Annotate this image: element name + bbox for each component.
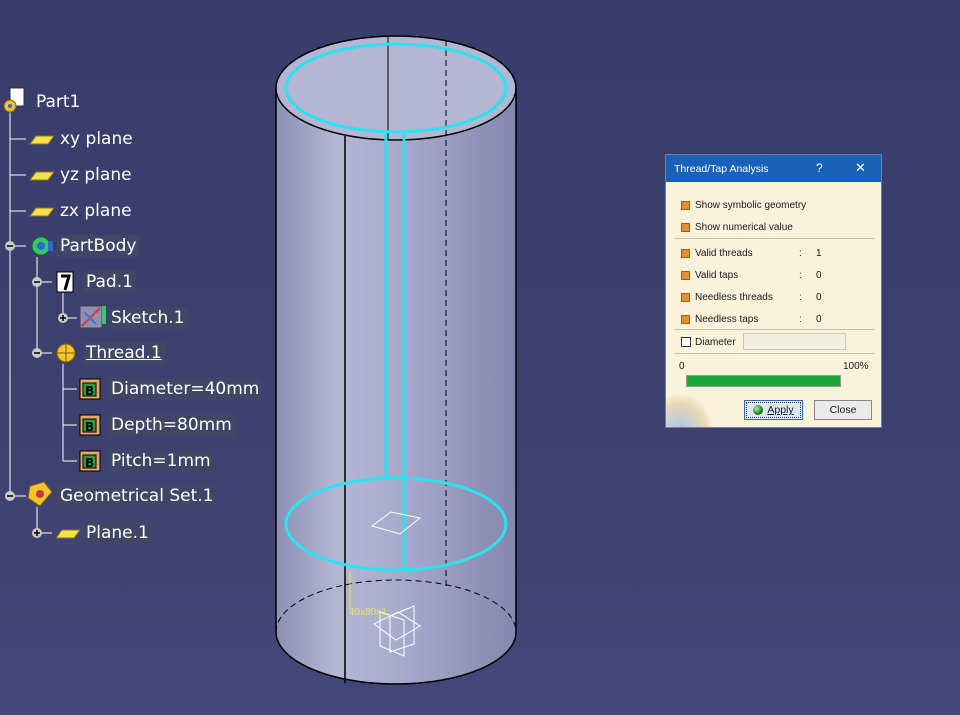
show-numerical-checkbox[interactable]: Show numerical value (681, 220, 793, 234)
geometrical-set-icon (27, 481, 53, 507)
separator (674, 238, 874, 239)
valid-threads-label: Valid threads (695, 247, 753, 259)
diameter-checkbox[interactable] (681, 337, 691, 347)
tree-item-diameter[interactable]: Diameter=40mm (108, 378, 263, 400)
separator (674, 353, 874, 354)
separator (674, 329, 874, 330)
help-button[interactable]: ? (816, 161, 823, 175)
thread-icon (56, 343, 76, 363)
diameter-input[interactable] (743, 333, 846, 350)
svg-text:B: B (85, 456, 94, 470)
collapse-icon (32, 277, 42, 287)
checkbox-checked-icon (681, 222, 690, 232)
tree-item-plane1[interactable]: Plane.1 (83, 522, 152, 544)
pad-icon (56, 271, 74, 293)
svg-text:B: B (85, 384, 94, 398)
show-symbolic-checkbox[interactable]: Show symbolic geometry (681, 198, 806, 212)
progress-max-label: 100% (843, 361, 869, 372)
checkbox-checked-icon (681, 248, 690, 258)
tree-item-pad[interactable]: Pad.1 (83, 271, 136, 293)
parameter-icon: B (79, 450, 101, 472)
valid-taps-value: 0 (816, 269, 822, 281)
tree-item-pitch[interactable]: Pitch=1mm (108, 450, 214, 472)
apply-button[interactable]: Apply (744, 400, 803, 420)
plane-icon (29, 171, 55, 181)
thread-tap-analysis-dialog[interactable]: Thread/Tap Analysis ? ✕ Show symbolic ge… (665, 154, 882, 428)
show-numerical-label: Show numerical value (695, 221, 793, 233)
checkbox-checked-icon (681, 270, 690, 280)
apply-button-label: Apply (767, 404, 794, 416)
progress-min-label: 0 (679, 361, 685, 372)
dialog-title: Thread/Tap Analysis (674, 163, 769, 175)
tree-item-geometrical-set[interactable]: Geometrical Set.1 (57, 485, 217, 507)
plane-icon (55, 529, 81, 539)
dialog-decoration (666, 395, 712, 427)
needless-taps-colon: : (799, 313, 802, 325)
sketch-icon (79, 305, 106, 329)
tree-item-xy-plane[interactable]: xy plane (57, 128, 136, 150)
dialog-titlebar[interactable]: Thread/Tap Analysis ? ✕ (666, 155, 881, 182)
plane-icon (29, 135, 55, 145)
svg-text:B: B (85, 420, 94, 434)
tree-item-partbody[interactable]: PartBody (57, 235, 140, 257)
needless-threads-colon: : (799, 291, 802, 303)
valid-taps-colon: : (799, 269, 802, 281)
part-icon (3, 87, 25, 113)
progress-bar (686, 375, 841, 387)
tree-item-zx-plane[interactable]: zx plane (57, 200, 135, 222)
show-symbolic-label: Show symbolic geometry (695, 199, 807, 211)
tree-item-thread[interactable]: Thread.1 (83, 342, 165, 364)
checkbox-checked-icon (681, 314, 690, 324)
collapse-icon (5, 241, 15, 251)
expand-icon (32, 528, 42, 538)
needless-taps-label: Needless taps (695, 313, 759, 325)
collapse-icon (32, 348, 42, 358)
valid-threads-colon: : (799, 247, 802, 259)
parameter-icon: B (79, 378, 101, 400)
tree-item-part1[interactable]: Part1 (33, 91, 83, 113)
parameter-icon: B (79, 414, 101, 436)
tree-item-yz-plane[interactable]: yz plane (57, 164, 135, 186)
needless-taps-value: 0 (816, 313, 822, 325)
expand-icon (58, 313, 68, 323)
diameter-label: Diameter (695, 337, 736, 348)
needless-threads-row[interactable]: Needless threads : 0 (681, 290, 871, 304)
close-icon[interactable]: ✕ (855, 160, 866, 176)
apply-icon (753, 405, 764, 415)
close-button[interactable]: Close (814, 400, 872, 420)
body-gear-icon (31, 236, 53, 256)
needless-threads-label: Needless threads (695, 291, 773, 303)
needless-threads-value: 0 (816, 291, 822, 303)
needless-taps-row[interactable]: Needless taps : 0 (681, 312, 871, 326)
tree-item-sketch[interactable]: Sketch.1 (108, 307, 188, 329)
tree-item-depth[interactable]: Depth=80mm (108, 414, 235, 436)
checkbox-checked-icon (681, 200, 690, 210)
checkbox-checked-icon (681, 292, 690, 302)
valid-taps-label: Valid taps (695, 269, 739, 281)
valid-taps-row[interactable]: Valid taps : 0 (681, 268, 871, 282)
valid-threads-value: 1 (816, 247, 822, 259)
plane-icon (29, 207, 55, 217)
valid-threads-row[interactable]: Valid threads : 1 (681, 246, 871, 260)
thread-annotation[interactable]: 40x80x1 (349, 607, 387, 618)
progress-fill (687, 376, 840, 386)
collapse-icon (5, 491, 15, 501)
close-button-label: Close (829, 404, 857, 416)
